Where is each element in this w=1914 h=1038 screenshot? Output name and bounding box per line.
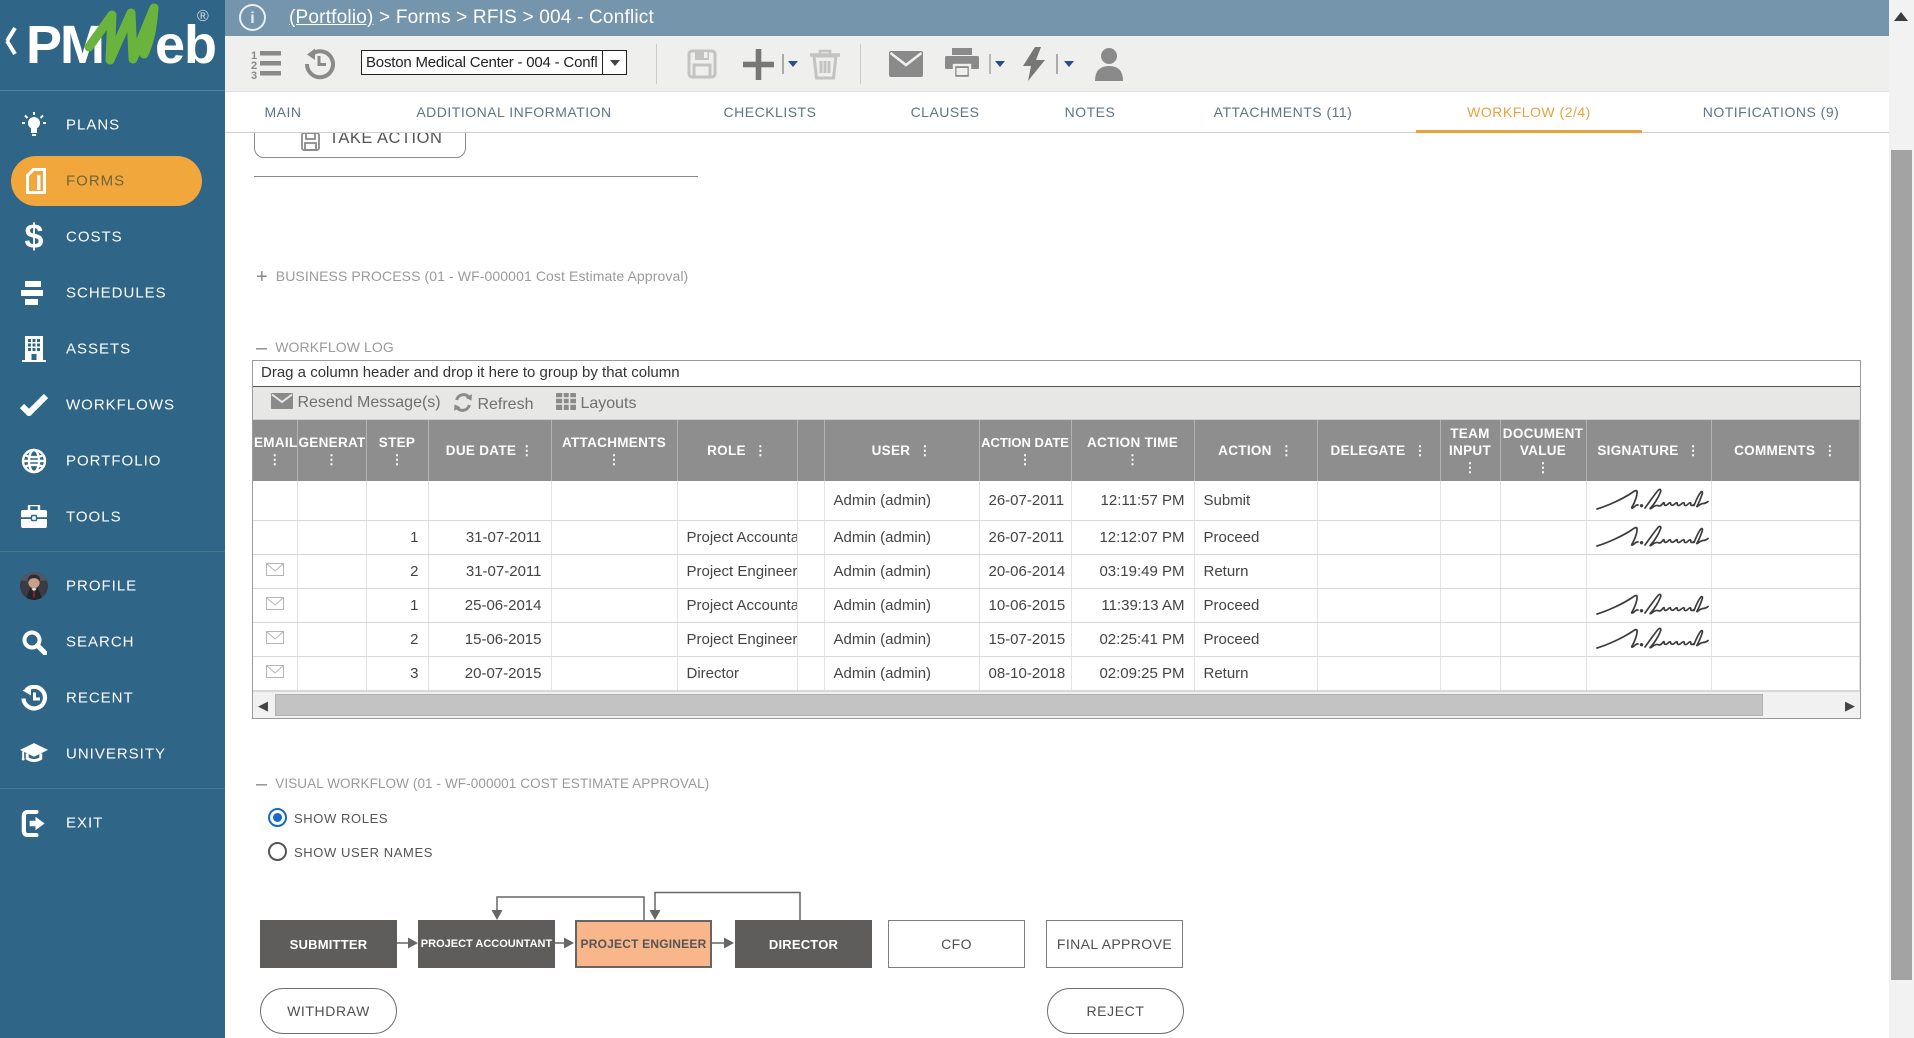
- svg-text:®: ®: [197, 8, 209, 25]
- svg-text:3: 3: [251, 70, 257, 80]
